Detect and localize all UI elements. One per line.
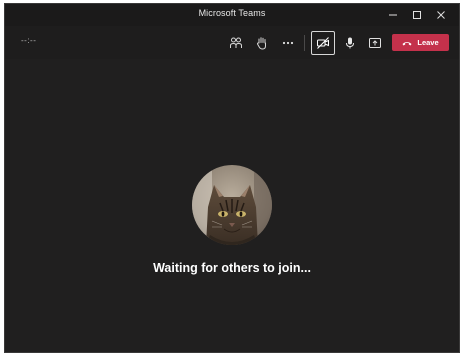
show-participants-button[interactable] [225, 32, 247, 54]
microphone-icon [346, 37, 354, 49]
camera-toggle-button[interactable] [311, 31, 335, 55]
share-screen-icon [369, 38, 381, 48]
waiting-status-text: Waiting for others to join... [153, 261, 311, 275]
more-options-icon [282, 41, 294, 45]
meeting-toolbar: --:-- Leave [5, 26, 459, 59]
leave-call-button[interactable]: Leave [392, 34, 449, 51]
cat-photo-avatar [192, 165, 272, 245]
raise-hand-button[interactable] [251, 32, 273, 54]
toolbar-divider [304, 35, 305, 51]
close-button[interactable] [429, 4, 453, 26]
raise-hand-icon [256, 37, 266, 50]
minimize-button[interactable] [381, 4, 405, 26]
participant-avatar [192, 165, 272, 245]
microphone-toggle-button[interactable] [339, 32, 361, 54]
teams-window: Microsoft Teams --:-- Leave Waiting for … [4, 3, 460, 353]
maximize-icon [413, 11, 421, 19]
meeting-stage: Waiting for others to join... [5, 59, 459, 352]
camera-off-icon [317, 37, 329, 49]
hang-up-icon [402, 41, 412, 45]
more-options-button[interactable] [277, 32, 299, 54]
people-icon [230, 37, 242, 48]
minimize-icon [389, 14, 397, 16]
call-timer: --:-- [21, 36, 37, 45]
title-bar: Microsoft Teams [5, 4, 459, 26]
maximize-button[interactable] [405, 4, 429, 26]
close-icon [437, 11, 445, 19]
leave-label: Leave [417, 38, 439, 47]
share-screen-button[interactable] [364, 32, 386, 54]
window-controls [381, 4, 453, 26]
